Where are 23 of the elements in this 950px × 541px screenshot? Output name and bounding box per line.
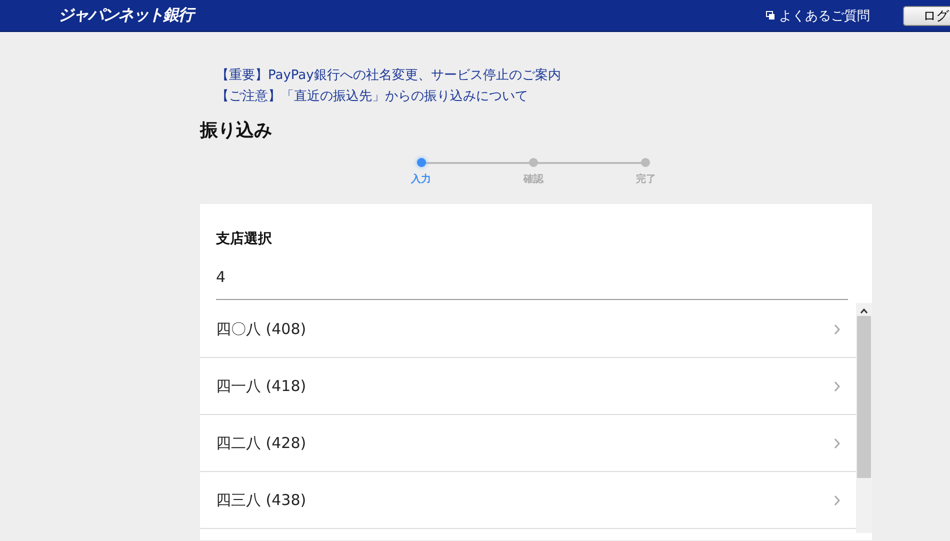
bank-logo[interactable]: ジャパンネット銀行 bbox=[58, 5, 193, 26]
chevron-right-icon bbox=[834, 324, 840, 334]
branch-list-item[interactable]: 四一八 (418) bbox=[200, 358, 856, 415]
notice-link[interactable]: 【重要】PayPay銀行への社名変更、サービス停止のご案内 bbox=[216, 66, 872, 85]
scrollbar[interactable] bbox=[856, 303, 872, 533]
page-title: 振り込み bbox=[200, 119, 273, 143]
branch-list-item[interactable]: 四三八 (438) bbox=[200, 472, 856, 529]
scroll-thumb[interactable] bbox=[857, 316, 871, 478]
notice-link[interactable]: 【ご注意】「直近の振込先」からの振り込みについて bbox=[216, 87, 872, 106]
branch-search-field[interactable]: 4 bbox=[216, 268, 848, 300]
branch-list-item[interactable]: 四〇八 (408) bbox=[200, 301, 856, 358]
scroll-up-icon[interactable] bbox=[860, 308, 868, 314]
chevron-right-icon bbox=[834, 380, 840, 392]
field-label: 支店選択 bbox=[216, 230, 273, 248]
chevron-right-icon bbox=[834, 494, 840, 506]
window-icon bbox=[766, 11, 775, 20]
chevron-right-icon bbox=[834, 438, 840, 448]
login-button[interactable]: ログ bbox=[903, 6, 950, 26]
faq-link[interactable]: よくあるご質問 bbox=[766, 6, 870, 24]
step-label: 入力 bbox=[411, 172, 432, 186]
step-label: 確認 bbox=[523, 172, 544, 186]
step-label: 完了 bbox=[636, 172, 656, 186]
branch-list-item[interactable]: 四二八 (428) bbox=[200, 415, 856, 472]
